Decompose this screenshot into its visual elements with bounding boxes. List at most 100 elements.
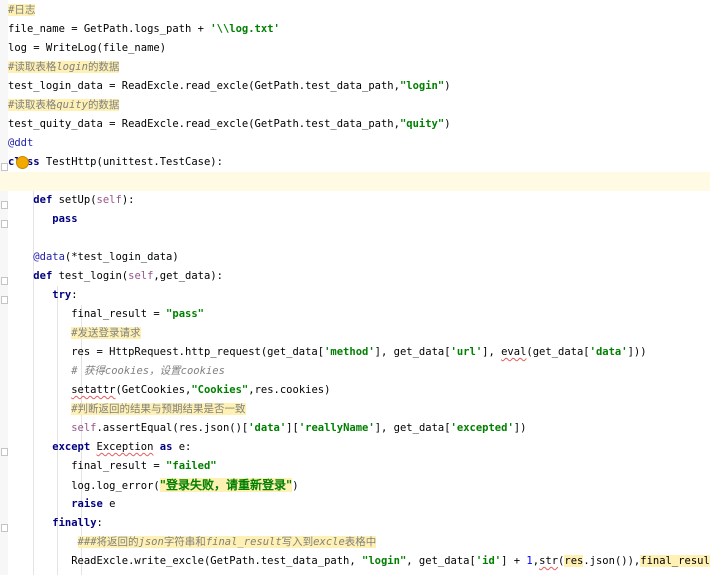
- keyword: pass: [52, 213, 78, 225]
- keyword: def: [33, 270, 53, 282]
- keyword: finally: [52, 517, 97, 529]
- comment: #发送登录请求: [71, 327, 141, 339]
- code-text: file_name = GetPath.logs_path +: [8, 23, 211, 35]
- string-literal: 'method': [324, 346, 375, 358]
- comment-text: #读取表格: [8, 99, 57, 111]
- code-text: res = HttpRequest.http_request(get_data[: [71, 346, 325, 358]
- keyword: as: [153, 441, 173, 453]
- decorator: @ddt: [8, 137, 34, 149]
- comment-text: quity: [56, 99, 88, 111]
- code-text: .assertEqual(res.json()[: [96, 422, 249, 434]
- code-line: res = HttpRequest.http_request(get_data[…: [8, 343, 647, 362]
- comment: #读取表格login的数据: [8, 61, 120, 73]
- lightbulb-icon[interactable]: [16, 156, 29, 169]
- code-line: test_login_data = ReadExcle.read_excle(G…: [8, 77, 451, 96]
- keyword: raise: [71, 498, 103, 510]
- code-line: file_name = GetPath.logs_path + '\\log.t…: [8, 20, 280, 39]
- code-text: test_login(: [52, 270, 129, 282]
- code-line: #判断返回的结果与预期结果是否一致: [8, 400, 246, 419]
- code-editor[interactable]: #日志 file_name = GetPath.logs_path + '\\l…: [0, 0, 710, 575]
- string-literal: 'url': [450, 346, 483, 358]
- fold-icon[interactable]: [1, 277, 8, 285]
- code-text: ], get_data[: [374, 346, 451, 358]
- builtin-call: setattr: [71, 384, 116, 396]
- comment-text: #读取表格: [8, 61, 57, 73]
- code-text: test_login_data = ReadExcle.read_excle(G…: [8, 80, 400, 92]
- code-line: #读取表格quity的数据: [8, 96, 120, 115]
- code-text: :: [96, 517, 103, 529]
- code-line: raise e: [8, 495, 115, 514]
- string-literal: '\\log.txt': [210, 23, 280, 35]
- code-text: TestHttp(unittest.TestCase):: [39, 156, 223, 168]
- code-line: finally:: [8, 514, 103, 533]
- code-text: (get_data[: [526, 346, 590, 358]
- builtin-call: str: [539, 555, 559, 567]
- fold-icon[interactable]: [1, 296, 8, 304]
- code-text: final_result =: [71, 308, 167, 320]
- code-text: (GetCookies,: [115, 384, 192, 396]
- string-literal: 'excepted': [450, 422, 514, 434]
- code-text: ): [292, 480, 299, 492]
- exception-class: Exception: [96, 441, 154, 453]
- string-literal: "登录失败，请重新登录": [159, 478, 293, 492]
- code-line: ReadExcle.write_excle(GetPath.test_data_…: [8, 552, 710, 571]
- comment: # 获得cookies，设置cookies: [71, 365, 225, 377]
- code-text: ],: [482, 346, 502, 358]
- fold-icon[interactable]: [1, 220, 8, 228]
- self-keyword: self: [96, 194, 122, 206]
- code-line: #日志: [8, 1, 36, 20]
- string-literal: "login": [362, 555, 407, 567]
- string-literal: "login": [399, 80, 445, 92]
- comment-text: excle: [313, 536, 345, 548]
- code-line: final_result = "pass": [8, 305, 204, 324]
- comment-text: final_result: [205, 536, 282, 548]
- fold-icon[interactable]: [1, 201, 8, 209]
- code-text: ): [444, 118, 451, 130]
- string-literal: 'id': [475, 555, 502, 567]
- comment-text: 写入到: [281, 536, 314, 548]
- code-line: log.log_error("登录失败，请重新登录"): [8, 476, 299, 495]
- comment-text: json: [138, 536, 164, 548]
- self-keyword: self: [71, 422, 97, 434]
- code-line: final_result = "failed": [8, 457, 216, 476]
- fold-icon[interactable]: [1, 448, 8, 456]
- code-text: ])): [627, 346, 647, 358]
- string-literal: "pass": [166, 308, 204, 320]
- code-line: try:: [8, 286, 77, 305]
- keyword: def: [33, 194, 53, 206]
- string-literal: 'reallyName': [298, 422, 375, 434]
- string-literal: 'data': [248, 422, 287, 434]
- self-keyword: self: [128, 270, 154, 282]
- fold-icon[interactable]: [1, 163, 8, 171]
- string-literal: "quity": [399, 118, 445, 130]
- code-line: log = WriteLog(file_name): [8, 39, 166, 58]
- code-line: @data(*test_login_data): [8, 248, 178, 267]
- code-line: pass: [8, 210, 78, 229]
- string-literal: 'data': [589, 346, 628, 358]
- code-text: ):: [121, 194, 135, 206]
- code-line: def test_login(self,get_data):: [8, 267, 223, 286]
- comment: #判断返回的结果与预期结果是否一致: [71, 403, 246, 415]
- fold-icon[interactable]: [1, 524, 8, 532]
- code-text: ReadExcle.write_excle(GetPath.test_data_…: [71, 555, 363, 567]
- comment-text: ###将返回的: [77, 536, 139, 548]
- string-literal: "Cookies": [191, 384, 249, 396]
- code-text: e:: [172, 441, 192, 453]
- code-text: test_quity_data = ReadExcle.read_excle(G…: [8, 118, 400, 130]
- code-line: ###将返回的json字符串和final_result写入到excle表格中: [8, 533, 377, 552]
- comment-text: cookies: [104, 365, 150, 377]
- code-text: ,res.cookies): [248, 384, 331, 396]
- code-text: setUp(: [52, 194, 97, 206]
- code-text: log.log_error(: [71, 480, 160, 492]
- keyword: try: [52, 289, 72, 301]
- code-text: ][: [286, 422, 299, 434]
- comment-text: cookies: [180, 365, 225, 377]
- code-line: self.assertEqual(res.json()['data']['rea…: [8, 419, 526, 438]
- comment-text: 字符串和: [163, 536, 206, 548]
- comment-text: 的数据: [87, 61, 120, 73]
- comment: #日志: [8, 4, 36, 16]
- editor-gutter: [0, 0, 8, 575]
- highlighted-identifier: res: [564, 555, 584, 567]
- code-text: ], get_data[: [374, 422, 451, 434]
- code-text: .json()),: [583, 555, 641, 567]
